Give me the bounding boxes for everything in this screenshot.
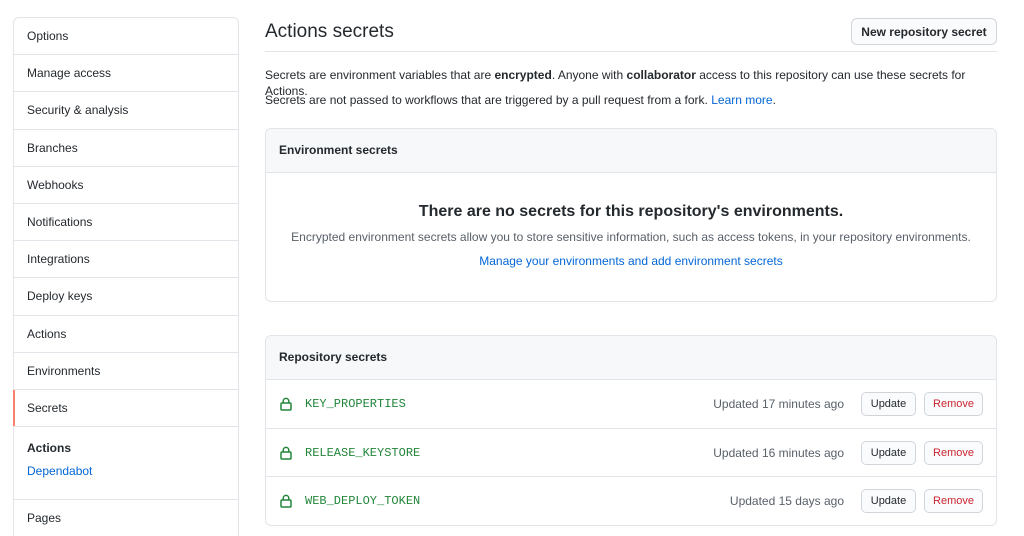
desc-text: . Anyone with — [551, 68, 627, 82]
settings-sidebar: Options Manage access Security & analysi… — [13, 17, 239, 536]
sidebar-item-security-analysis[interactable]: Security & analysis — [14, 92, 238, 130]
sidebar-item-pages[interactable]: Pages — [14, 500, 238, 536]
desc-text: Secrets are not passed to workflows that… — [265, 93, 712, 107]
page-title: Actions secrets — [265, 21, 394, 42]
blankslate-text: Encrypted environment secrets allow you … — [291, 230, 971, 244]
page-header: Actions secrets New repository secret — [265, 0, 997, 52]
sidebar-item-webhooks[interactable]: Webhooks — [14, 167, 238, 204]
secret-updated-time: Updated 17 minutes ago — [713, 397, 844, 411]
secret-row: KEY_PROPERTIES Updated 17 minutes ago Up… — [266, 380, 996, 429]
manage-environments-link[interactable]: Manage your environments and add environ… — [479, 254, 783, 268]
secret-name: WEB_DEPLOY_TOKEN — [305, 494, 421, 509]
sidebar-item-secrets[interactable]: Secrets — [13, 389, 238, 428]
remove-secret-button[interactable]: Remove — [924, 440, 983, 465]
secret-updated-time: Updated 16 minutes ago — [713, 445, 844, 460]
blankslate-title: There are no secrets for this repository… — [418, 203, 844, 220]
sidebar-secrets-group: Actions Dependabot — [14, 427, 238, 501]
sidebar-item-environments[interactable]: Environments — [14, 353, 238, 390]
sidebar-item-branches[interactable]: Branches — [14, 130, 238, 167]
update-secret-button[interactable]: Update — [861, 489, 916, 514]
sidebar-item-integrations[interactable]: Integrations — [14, 241, 238, 279]
lock-icon — [280, 397, 292, 411]
sidebar-subitem-actions[interactable]: Actions — [27, 441, 225, 455]
sidebar-item-manage-access[interactable]: Manage access — [14, 55, 238, 93]
new-repository-secret-button[interactable]: New repository secret — [851, 18, 997, 45]
desc-text: Secrets are environment variables that a… — [265, 68, 495, 82]
secret-updated-time: Updated 15 days ago — [729, 494, 844, 509]
desc-emphasis-collaborator: collaborator — [626, 68, 696, 82]
sidebar-item-options[interactable]: Options — [14, 18, 238, 56]
sidebar-item-notifications[interactable]: Notifications — [14, 204, 238, 242]
lock-icon — [280, 495, 292, 509]
environment-secrets-header: Environment secrets — [266, 129, 996, 173]
secret-name: RELEASE_KEYSTORE — [305, 445, 421, 460]
learn-more-link[interactable]: Learn more — [711, 93, 772, 107]
sidebar-item-deploy-keys[interactable]: Deploy keys — [14, 278, 238, 316]
secret-row: RELEASE_KEYSTORE Updated 16 minutes ago … — [266, 429, 996, 478]
remove-secret-button[interactable]: Remove — [924, 392, 983, 416]
remove-secret-button[interactable]: Remove — [924, 489, 983, 514]
secret-row: WEB_DEPLOY_TOKEN Updated 15 days ago Upd… — [266, 477, 996, 525]
secret-name: KEY_PROPERTIES — [305, 397, 406, 411]
sidebar-item-actions[interactable]: Actions — [14, 316, 238, 353]
fork-description: Secrets are not passed to workflows that… — [265, 92, 776, 108]
main-content: Actions secrets New repository secret Se… — [265, 0, 997, 526]
desc-emphasis-encrypted: encrypted — [494, 68, 552, 82]
environment-blankslate: There are no secrets for this repository… — [266, 203, 996, 268]
repository-secrets-header: Repository secrets — [266, 336, 996, 380]
lock-icon — [280, 446, 292, 460]
repository-secrets-box: Repository secrets KEY_PROPERTIES Update… — [265, 335, 997, 526]
update-secret-button[interactable]: Update — [861, 440, 916, 465]
sidebar-subitem-dependabot[interactable]: Dependabot — [27, 464, 225, 478]
update-secret-button[interactable]: Update — [861, 392, 916, 416]
environment-secrets-box: Environment secrets There are no secrets… — [265, 128, 997, 302]
desc-text: . — [772, 93, 776, 107]
